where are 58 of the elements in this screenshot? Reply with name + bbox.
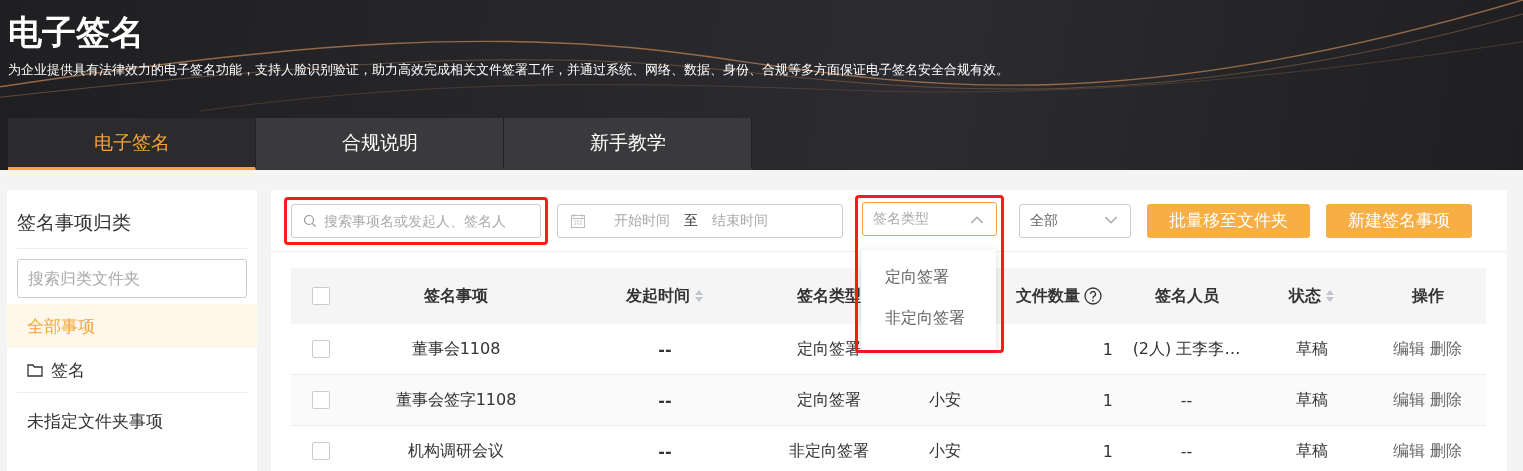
page-title: 电子签名: [8, 11, 145, 54]
tab[interactable]: 合规说明: [256, 118, 504, 170]
table-cell: 董事会1108: [411, 338, 501, 360]
page-description: 为企业提供具有法律效力的电子签名功能，支持人脸识别验证，助力高效完成相关文件签署工作，并通过系统、网络、数据、身份、合规等多方面保证电子签名安全合规有效。: [8, 62, 1010, 79]
table-cell: --: [1180, 441, 1193, 461]
table-cell: 小安: [929, 440, 961, 462]
column-header: 操作: [1411, 285, 1444, 307]
action-link[interactable]: 删除: [1430, 389, 1462, 411]
action-link[interactable]: 删除: [1430, 440, 1462, 462]
column-header: 签名人员: [1154, 285, 1219, 307]
checkbox[interactable]: [312, 287, 330, 305]
table-cell: 董事会签字1108: [395, 389, 517, 411]
table-cell: 草稿: [1295, 440, 1328, 462]
status-select[interactable]: 全部: [1019, 203, 1131, 238]
table-cell: 1: [1102, 390, 1113, 410]
column-header: 状态: [1288, 285, 1321, 307]
calendar-icon: [570, 212, 586, 229]
search-field[interactable]: 搜索事项名或发起人、签名人: [291, 203, 541, 238]
checkbox[interactable]: [312, 391, 330, 409]
date-range-field[interactable]: 开始时间 至 结束时间: [557, 203, 843, 238]
checkbox[interactable]: [312, 442, 330, 460]
sidebar-title: 签名事项归类: [17, 190, 247, 249]
table-cell: --: [658, 390, 672, 410]
dropdown-option[interactable]: 非定向签署: [861, 297, 996, 338]
table-cell: 定向签署: [797, 389, 861, 411]
sidebar-item[interactable]: 未指定文件夹事项: [17, 392, 247, 449]
action-link[interactable]: 编辑: [1393, 389, 1425, 411]
table-cell: 小安: [929, 389, 961, 411]
table-cell: --: [658, 441, 672, 461]
table-cell: 机构调研会议: [408, 440, 504, 462]
sort-icon[interactable]: [1324, 289, 1335, 303]
table-cell: 草稿: [1295, 338, 1328, 360]
sidebar-item[interactable]: 签名: [7, 348, 257, 392]
folder-icon: [27, 363, 43, 377]
table-cell: 非定向签署: [789, 440, 869, 462]
action-link[interactable]: 删除: [1430, 338, 1462, 360]
column-header: 发起时间: [626, 285, 690, 307]
caret-icon: [1104, 216, 1118, 225]
tab[interactable]: 电子签名: [8, 118, 256, 170]
table-cell: 1: [1102, 441, 1113, 461]
table-cell: (2人) 王李李…: [1132, 338, 1241, 360]
start-date-placeholder: 开始时间: [614, 211, 670, 230]
action-link[interactable]: 编辑: [1393, 338, 1425, 360]
tab[interactable]: 新手教学: [504, 118, 752, 170]
column-header: 签名事项: [424, 285, 488, 307]
checkbox[interactable]: [312, 340, 330, 358]
sort-icon[interactable]: [694, 289, 704, 303]
range-separator: 至: [684, 211, 698, 230]
table-cell: 草稿: [1295, 389, 1328, 411]
table-cell: --: [1180, 390, 1193, 410]
end-date-placeholder: 结束时间: [712, 211, 768, 230]
column-header: 文件数量: [1016, 285, 1080, 307]
action-link[interactable]: 编辑: [1393, 440, 1425, 462]
dropdown-option[interactable]: 定向签署: [861, 256, 996, 297]
table-cell: 1: [1102, 339, 1113, 359]
folder-search-field[interactable]: 搜索归类文件夹: [17, 259, 247, 298]
table-cell: --: [658, 339, 672, 359]
caret-icon: [970, 214, 984, 224]
